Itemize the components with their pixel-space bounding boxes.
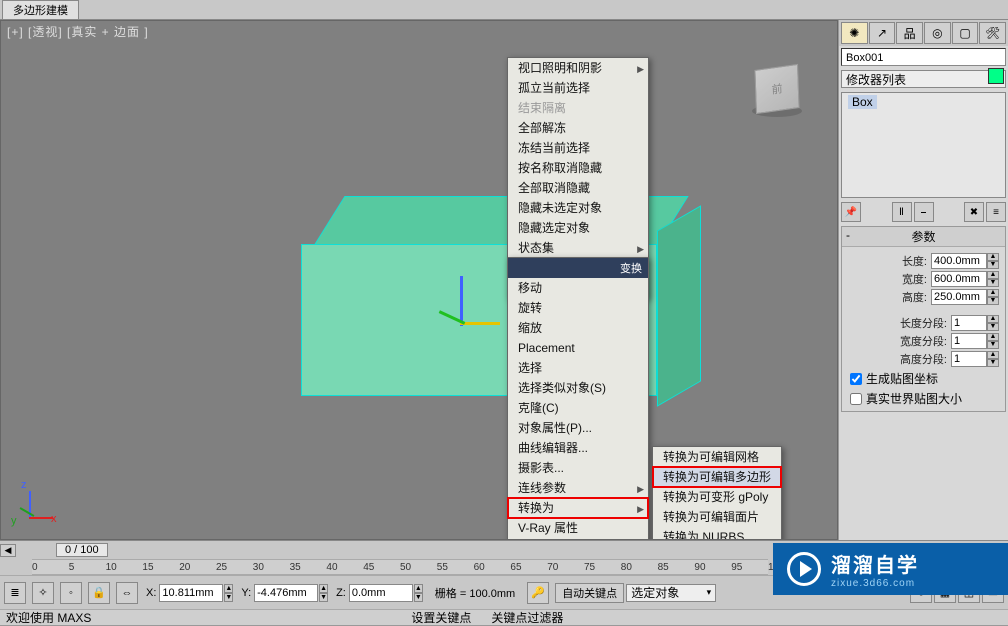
menu-item[interactable]: 选择类似对象(S) bbox=[508, 378, 648, 398]
menu-item[interactable]: 按名称取消隐藏 bbox=[508, 158, 648, 178]
next-key-icon[interactable]: 🔒 bbox=[88, 582, 110, 604]
menu-item[interactable]: 移动 bbox=[508, 278, 648, 298]
create-tab-icon[interactable]: ✺ bbox=[841, 22, 868, 44]
stack-item-box[interactable]: Box bbox=[848, 95, 877, 109]
menu-item[interactable]: 冻结当前选择 bbox=[508, 138, 648, 158]
y-coord[interactable]: Y:▲▼ bbox=[239, 584, 328, 602]
doc-tab[interactable]: 多边形建模 bbox=[2, 0, 79, 19]
timeline-tool-icon[interactable]: ≣ bbox=[4, 582, 26, 604]
modify-tab-icon[interactable]: ↗ bbox=[869, 22, 896, 44]
timeline-ruler[interactable]: 0510152025303540455055606570758085909510… bbox=[32, 559, 768, 575]
selection-lock-icon[interactable]: ⇔ bbox=[116, 582, 138, 604]
axis-tripod-icon: z x y bbox=[11, 479, 61, 529]
menu-item[interactable]: 摄影表... bbox=[508, 458, 648, 478]
command-panel-tabs[interactable]: ✺ ↗ 品 ◎ ▢ 🛠 bbox=[839, 20, 1008, 46]
show-end-result-icon[interactable]: Ⅱ bbox=[892, 202, 912, 222]
bottom-bar: ◀ 0 / 100 ▶ 0510152025303540455055606570… bbox=[0, 540, 1008, 625]
set-key-button[interactable]: 设置关键点 bbox=[411, 609, 471, 626]
status-text: 欢迎使用 MAXS bbox=[6, 609, 91, 626]
real-world-scale-checkbox[interactable]: 真实世界贴图大小 bbox=[850, 390, 999, 407]
key-filter-dropdown[interactable]: 选定对象▾ bbox=[626, 584, 716, 602]
stack-toolbar: 📌 Ⅱ ⎯ ✖ ≡ bbox=[841, 202, 1006, 222]
menu-item[interactable]: 隐藏选定对象 bbox=[508, 218, 648, 238]
main-area: [+] [透视] [真实 + 边面 ] 前 z x y 视口照明和阴影孤立当前选… bbox=[0, 20, 1008, 540]
menu-item[interactable]: 转换为可编辑多边形 bbox=[653, 467, 781, 487]
width-spinner[interactable]: ▲▼ bbox=[931, 271, 999, 287]
viewport[interactable]: [+] [透视] [真实 + 边面 ] 前 z x y 视口照明和阴影孤立当前选… bbox=[0, 20, 838, 540]
object-color-swatch[interactable] bbox=[988, 68, 1004, 84]
menu-item[interactable]: 状态集 bbox=[508, 238, 648, 258]
viewport-label[interactable]: [+] [透视] [真实 + 边面 ] bbox=[7, 23, 149, 40]
menu-item[interactable]: V-Ray 属性 bbox=[508, 518, 648, 538]
menu-item[interactable]: 转换为可编辑面片 bbox=[653, 507, 781, 527]
watermark-overlay: 溜溜自学 zixue.3d66.com bbox=[773, 543, 1008, 595]
x-coord[interactable]: X:▲▼ bbox=[144, 584, 233, 602]
menu-item[interactable]: 对象属性(P)... bbox=[508, 418, 648, 438]
move-gizmo[interactable] bbox=[430, 276, 500, 336]
key-filters-button[interactable]: 关键点过滤器 bbox=[491, 609, 563, 626]
quad-menu-transform[interactable]: 变换 移动旋转缩放Placement选择选择类似对象(S)克隆(C)对象属性(P… bbox=[507, 257, 649, 540]
menu-item[interactable]: 转换为可变形 gPoly bbox=[653, 487, 781, 507]
command-panel: ✺ ↗ 品 ◎ ▢ 🛠 Box001 修改器列表▼ Box 📌 Ⅱ ⎯ ✖ ≡ bbox=[838, 20, 1008, 540]
menu-item[interactable]: 旋转 bbox=[508, 298, 648, 318]
parameters-rollout: -参数 长度: ▲▼ 宽度: ▲▼ 高度: ▲▼ 长度分段: ▲▼ 宽度分段: … bbox=[841, 226, 1006, 412]
make-unique-icon[interactable]: ⎯ bbox=[914, 202, 934, 222]
menu-item[interactable]: 转换为可编辑网格 bbox=[653, 447, 781, 467]
height-segs-spinner[interactable]: ▲▼ bbox=[951, 351, 999, 367]
display-tab-icon[interactable]: ▢ bbox=[952, 22, 979, 44]
pin-stack-icon[interactable]: 📌 bbox=[841, 202, 861, 222]
remove-modifier-icon[interactable]: ✖ bbox=[964, 202, 984, 222]
menu-item[interactable]: 全部取消隐藏 bbox=[508, 178, 648, 198]
modifier-stack[interactable]: Box bbox=[841, 92, 1006, 198]
length-segs-spinner[interactable]: ▲▼ bbox=[951, 315, 999, 331]
set-key-icon[interactable]: ✧ bbox=[32, 582, 54, 604]
menu-item[interactable]: 曲线编辑器... bbox=[508, 438, 648, 458]
gen-mapcoords-checkbox[interactable]: 生成贴图坐标 bbox=[850, 370, 999, 387]
height-spinner[interactable]: ▲▼ bbox=[931, 289, 999, 305]
menu-item[interactable]: 转换为 bbox=[508, 498, 648, 518]
menu-item: 结束隔离 bbox=[508, 98, 648, 118]
configure-sets-icon[interactable]: ≡ bbox=[986, 202, 1006, 222]
quad-header-transform: 变换 bbox=[508, 258, 648, 278]
frame-indicator[interactable]: 0 / 100 bbox=[56, 543, 108, 557]
menu-item[interactable]: 孤立当前选择 bbox=[508, 78, 648, 98]
menu-item[interactable]: 选择 bbox=[508, 358, 648, 378]
doc-tab-strip: 多边形建模 bbox=[0, 0, 1008, 20]
motion-tab-icon[interactable]: ◎ bbox=[924, 22, 951, 44]
menu-item[interactable]: 全部解冻 bbox=[508, 118, 648, 138]
z-coord[interactable]: Z:▲▼ bbox=[334, 584, 423, 602]
auto-key-button[interactable]: 自动关键点 bbox=[555, 583, 624, 603]
hierarchy-tab-icon[interactable]: 品 bbox=[896, 22, 923, 44]
menu-item[interactable]: 缩放 bbox=[508, 318, 648, 338]
prev-key-icon[interactable]: ◦ bbox=[60, 582, 82, 604]
menu-item[interactable]: 连线参数 bbox=[508, 478, 648, 498]
menu-item[interactable]: 转换为 NURBS bbox=[653, 527, 781, 540]
menu-item[interactable]: Placement bbox=[508, 338, 648, 358]
length-spinner[interactable]: ▲▼ bbox=[931, 253, 999, 269]
object-name-field[interactable]: Box001 bbox=[841, 48, 1006, 66]
parameters-rollout-header[interactable]: -参数 bbox=[842, 227, 1005, 247]
grid-readout: 栅格 = 100.0mm bbox=[429, 585, 521, 601]
modifier-list-dropdown[interactable]: 修改器列表▼ bbox=[841, 70, 1006, 88]
play-icon bbox=[787, 552, 821, 586]
convert-submenu[interactable]: 转换为可编辑网格转换为可编辑多边形转换为可变形 gPoly转换为可编辑面片转换为… bbox=[652, 446, 782, 540]
menu-item[interactable]: 隐藏未选定对象 bbox=[508, 198, 648, 218]
width-segs-spinner[interactable]: ▲▼ bbox=[951, 333, 999, 349]
menu-item[interactable]: 视口照明和阴影 bbox=[508, 58, 648, 78]
viewcube-face[interactable]: 前 bbox=[754, 64, 799, 114]
utilities-tab-icon[interactable]: 🛠 bbox=[979, 22, 1006, 44]
viewcube[interactable]: 前 bbox=[747, 61, 807, 121]
menu-item[interactable]: 克隆(C) bbox=[508, 398, 648, 418]
key-mode-icon[interactable]: 🔑 bbox=[527, 582, 549, 604]
